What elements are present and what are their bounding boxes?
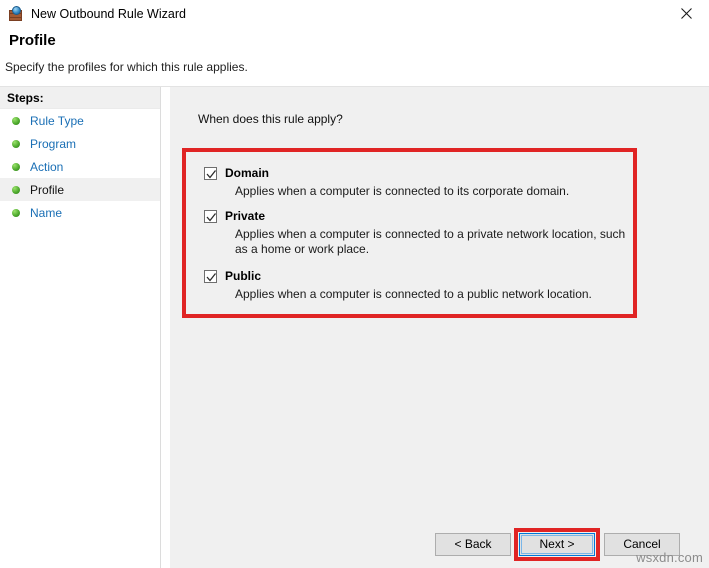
content-panel: When does this rule apply? Domain Applie… (170, 87, 709, 568)
question-label: When does this rule apply? (198, 112, 343, 126)
profile-option-label: Domain (225, 166, 270, 180)
profiles-highlight-annotation: Domain Applies when a computer is connec… (182, 148, 637, 318)
sidebar-item-label: Program (30, 136, 77, 151)
title-bar: New Outbound Rule Wizard (0, 0, 709, 27)
profile-option-header: Domain (204, 166, 635, 180)
sidebar-item-label: Action (30, 159, 64, 174)
step-bullet-icon (12, 116, 20, 125)
profile-option-description: Applies when a computer is connected to … (235, 287, 592, 301)
profile-option-description: Applies when a computer is connected to … (235, 227, 626, 256)
back-button[interactable]: < Back (435, 533, 511, 556)
profile-option-header: Public (204, 269, 635, 283)
profile-option-label: Private (225, 209, 266, 223)
wizard-footer: < Back Next > Cancel (170, 514, 709, 568)
close-button[interactable] (663, 0, 709, 27)
profile-option-label: Public (225, 269, 262, 283)
firewall-globe-icon (8, 5, 24, 22)
sidebar-item-program[interactable]: Program (0, 132, 160, 155)
sidebar-item-rule-type[interactable]: Rule Type (0, 109, 160, 132)
page-title: Profile (9, 32, 56, 49)
step-bullet-icon (12, 185, 20, 194)
page-subtitle: Specify the profiles for which this rule… (5, 60, 248, 74)
steps-sidebar: Steps: Rule Type Program Action Profile … (0, 87, 161, 568)
profile-option-private: Private Applies when a computer is conne… (204, 209, 635, 257)
sidebar-item-label: Rule Type (30, 113, 84, 128)
sidebar-item-label: Profile (30, 182, 65, 197)
public-checkbox[interactable] (204, 269, 217, 283)
checkmark-icon (206, 212, 217, 222)
private-checkbox[interactable] (204, 209, 217, 223)
step-bullet-icon (12, 139, 20, 148)
step-bullet-icon (12, 162, 20, 171)
profile-option-description: Applies when a computer is connected to … (235, 184, 570, 198)
profile-option-header: Private (204, 209, 635, 223)
sidebar-item-profile[interactable]: Profile (0, 178, 160, 201)
checkmark-icon (206, 169, 217, 179)
sidebar-item-action[interactable]: Action (0, 155, 160, 178)
next-button[interactable]: Next > (519, 533, 595, 556)
step-bullet-icon (12, 208, 20, 217)
globe-shape (12, 5, 21, 15)
sidebar-item-name[interactable]: Name (0, 201, 160, 224)
steps-list: Rule Type Program Action Profile Name (0, 109, 160, 224)
steps-heading-label: Steps: (7, 91, 44, 105)
window-title: New Outbound Rule Wizard (31, 6, 186, 21)
profile-option-domain: Domain Applies when a computer is connec… (204, 166, 635, 199)
close-icon (680, 8, 692, 19)
page-header: Profile Specify the profiles for which t… (0, 27, 709, 86)
profile-option-public: Public Applies when a computer is connec… (204, 269, 635, 302)
checkmark-icon (206, 272, 217, 282)
sidebar-item-label: Name (30, 205, 63, 220)
profile-checkbox-group: Domain Applies when a computer is connec… (190, 156, 629, 310)
watermark: wsxdn.com (636, 550, 703, 565)
domain-checkbox[interactable] (204, 166, 217, 180)
steps-heading-bar: Steps: (0, 87, 160, 109)
